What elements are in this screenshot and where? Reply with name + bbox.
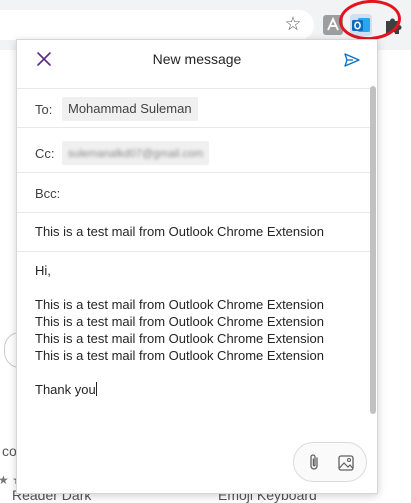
subject-field[interactable]: This is a test mail from Outlook Chrome …: [17, 212, 373, 252]
cc-recipient-chip[interactable]: sulemanalkd07@gmail.com: [62, 141, 210, 165]
body-signoff: Thank you: [35, 382, 96, 397]
star-icon[interactable]: ☆: [282, 14, 304, 36]
message-body[interactable]: Hi, This is a test mail from Outlook Chr…: [35, 262, 365, 398]
address-bar[interactable]: [0, 10, 314, 40]
to-row[interactable]: To: Mohammad Suleman: [17, 88, 373, 128]
compose-actions: [293, 442, 367, 482]
underlying-fragment: co: [2, 443, 17, 459]
compose-header: New message: [17, 40, 377, 80]
body-line: This is a test mail from Outlook Chrome …: [35, 348, 324, 363]
to-recipient-chip[interactable]: Mohammad Suleman: [62, 97, 198, 121]
body-line: Hi,: [35, 263, 51, 278]
image-icon[interactable]: [336, 453, 356, 473]
scrollbar[interactable]: [370, 86, 376, 414]
subject-text: This is a test mail from Outlook Chrome …: [35, 224, 324, 239]
to-label: To:: [35, 102, 53, 117]
cc-row[interactable]: Cc: sulemanalkd07@gmail.com: [17, 133, 373, 173]
body-line-last: Thank you: [35, 381, 365, 398]
body-line: This is a test mail from Outlook Chrome …: [35, 314, 324, 329]
send-icon[interactable]: [343, 51, 361, 69]
text-cursor: [95, 382, 97, 396]
bcc-row[interactable]: Bcc:: [17, 173, 373, 213]
compose-title: New message: [152, 51, 242, 67]
cc-recipient-text: sulemanalkd07@gmail.com: [68, 148, 204, 160]
cc-label: Cc:: [35, 146, 55, 161]
body-line: [35, 364, 365, 381]
paperclip-icon[interactable]: [304, 453, 324, 473]
body-line: [35, 279, 365, 296]
body-line: This is a test mail from Outlook Chrome …: [35, 297, 324, 312]
close-icon[interactable]: [35, 50, 53, 68]
compose-popup: New message To: Mohammad Suleman Cc: sul…: [16, 39, 378, 494]
bcc-label: Bcc:: [35, 186, 61, 201]
body-line: This is a test mail from Outlook Chrome …: [35, 331, 324, 346]
